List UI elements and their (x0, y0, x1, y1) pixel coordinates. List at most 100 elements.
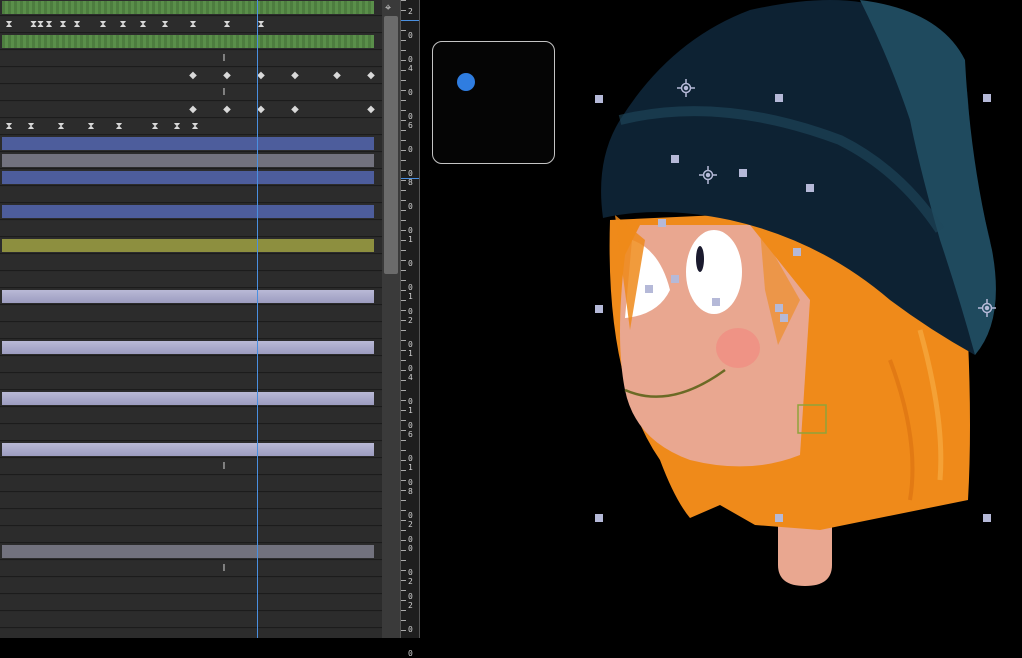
control-point[interactable] (739, 169, 747, 177)
keyframe-marker[interactable]: ◆ (222, 70, 232, 82)
timeline-track[interactable] (0, 408, 382, 424)
timeline-track[interactable] (0, 442, 382, 458)
track-bar[interactable] (2, 545, 374, 558)
playhead-line[interactable] (257, 0, 258, 638)
keyframe-marker[interactable]: ◆ (188, 70, 198, 82)
timeline-track[interactable] (0, 272, 382, 288)
timeline-track[interactable] (0, 0, 382, 16)
track-bar[interactable] (2, 290, 374, 303)
control-point[interactable] (983, 94, 991, 102)
keyframe-marker[interactable]: ⧗ (58, 19, 68, 31)
timeline-track[interactable]: I (0, 459, 382, 475)
keyframe-marker[interactable]: ◆ (188, 104, 198, 116)
control-point[interactable] (775, 514, 783, 522)
timeline-track[interactable] (0, 425, 382, 441)
control-point[interactable] (806, 184, 814, 192)
keyframe-marker[interactable]: ⧗ (26, 121, 36, 133)
keyframe-marker[interactable]: ⧗ (222, 19, 232, 31)
control-point[interactable] (793, 248, 801, 256)
track-bar[interactable] (2, 154, 374, 167)
keyframe-marker[interactable]: ◆ (222, 104, 232, 116)
keyframe-marker[interactable]: ⧗ (56, 121, 66, 133)
control-point[interactable] (775, 94, 783, 102)
control-point[interactable] (671, 275, 679, 283)
timeline-track[interactable]: ⧗ ⧗⧗ ⧗ ⧗ ⧗ ⧗ ⧗ ⧗ ⧗ ⧗ ⧗ ⧗ (0, 17, 382, 33)
timeline-track[interactable]: I (0, 85, 382, 101)
vertical-ruler[interactable]: 2 0 04 0 06 0 08 0 01 0 0 01 2 0 01 4 0 … (400, 0, 420, 658)
control-point[interactable] (658, 219, 666, 227)
keyframe-marker[interactable]: ⧗ (188, 19, 198, 31)
timeline-track[interactable] (0, 204, 382, 220)
timeline-track[interactable]: I (0, 51, 382, 67)
timeline-track[interactable] (0, 476, 382, 492)
timeline-track[interactable] (0, 221, 382, 237)
track-bar[interactable] (2, 35, 374, 48)
keyframe-marker[interactable]: ⧗ (150, 121, 160, 133)
timeline-track[interactable] (0, 136, 382, 152)
track-bar[interactable] (2, 137, 374, 150)
timeline-track[interactable] (0, 153, 382, 169)
keyframe-marker[interactable]: ◆ (290, 70, 300, 82)
keyframe-marker[interactable]: ⧗ (160, 19, 170, 31)
keyframe-marker[interactable]: ⧗ (172, 121, 182, 133)
timeline-track[interactable] (0, 578, 382, 594)
keyframe-marker[interactable]: I (219, 87, 229, 99)
timeline-track[interactable] (0, 493, 382, 509)
keyframe-marker[interactable]: ⧗ (98, 19, 108, 31)
timeline-track[interactable] (0, 612, 382, 628)
character-canvas[interactable] (420, 0, 1022, 638)
timeline-track[interactable] (0, 374, 382, 390)
keyframe-marker[interactable]: ◆ (366, 70, 376, 82)
timeline-track[interactable] (0, 255, 382, 271)
control-point[interactable] (671, 155, 679, 163)
track-bar[interactable] (2, 205, 374, 218)
control-point[interactable] (595, 514, 603, 522)
timeline-track[interactable]: I (0, 561, 382, 577)
keyframe-marker[interactable]: ⧗⧗ (30, 19, 44, 31)
control-point[interactable] (645, 285, 653, 293)
keyframe-marker[interactable]: ⧗ (4, 19, 14, 31)
keyframe-marker[interactable]: ⧗ (86, 121, 96, 133)
timeline-track[interactable] (0, 357, 382, 373)
timeline-track[interactable] (0, 391, 382, 407)
timeline-track[interactable] (0, 323, 382, 339)
track-bar[interactable] (2, 392, 374, 405)
keyframe-marker[interactable]: I (219, 461, 229, 473)
timeline-track[interactable]: ◆ ◆ ◆ ◆ ◆ (0, 102, 382, 118)
keyframe-marker[interactable]: ⧗ (190, 121, 200, 133)
timeline-track[interactable] (0, 629, 382, 638)
timeline-panel[interactable]: ⧗ ⧗⧗ ⧗ ⧗ ⧗ ⧗ ⧗ ⧗ ⧗ ⧗ ⧗ ⧗ I ◆ ◆ ◆ ◆ ◆ ◆ I ◆ ◆ ◆ ◆ ◆ ⧗ ⧗ ⧗ ⧗ ⧗ ⧗ ⧗ ⧗ I I (0, 0, 382, 638)
track-bar[interactable] (2, 239, 374, 252)
keyframe-marker[interactable]: ⧗ (138, 19, 148, 31)
timeline-track[interactable] (0, 510, 382, 526)
timeline-track[interactable] (0, 527, 382, 543)
track-bar[interactable] (2, 1, 374, 14)
scrollbar-thumb[interactable] (384, 16, 398, 274)
keyframe-marker[interactable]: I (219, 53, 229, 65)
timeline-track[interactable] (0, 544, 382, 560)
timeline-scrollbar[interactable]: ⌖ (382, 0, 400, 638)
keyframe-marker[interactable]: ⧗ (72, 19, 82, 31)
keyframe-marker[interactable]: ⧗ (4, 121, 14, 133)
crosshair-icon[interactable]: ⌖ (385, 1, 391, 15)
timeline-track[interactable]: ◆ ◆ ◆ ◆ ◆ ◆ (0, 68, 382, 84)
keyframe-marker[interactable]: I (219, 563, 229, 575)
track-bar[interactable] (2, 171, 374, 184)
control-point[interactable] (983, 514, 991, 522)
keyframe-marker[interactable]: ⧗ (114, 121, 124, 133)
keyframe-marker[interactable]: ◆ (290, 104, 300, 116)
keyframe-marker[interactable]: ⧗ (44, 19, 54, 31)
timeline-track[interactable] (0, 187, 382, 203)
timeline-track[interactable] (0, 289, 382, 305)
control-point[interactable] (775, 304, 783, 312)
control-point[interactable] (780, 314, 788, 322)
timeline-track[interactable] (0, 340, 382, 356)
timeline-track[interactable]: ⧗ ⧗ ⧗ ⧗ ⧗ ⧗ ⧗ ⧗ (0, 119, 382, 135)
control-point[interactable] (595, 305, 603, 313)
control-point[interactable] (595, 95, 603, 103)
keyframe-marker[interactable]: ◆ (366, 104, 376, 116)
timeline-track[interactable] (0, 306, 382, 322)
keyframe-marker[interactable]: ⧗ (118, 19, 128, 31)
control-point[interactable] (712, 298, 720, 306)
timeline-track[interactable] (0, 595, 382, 611)
